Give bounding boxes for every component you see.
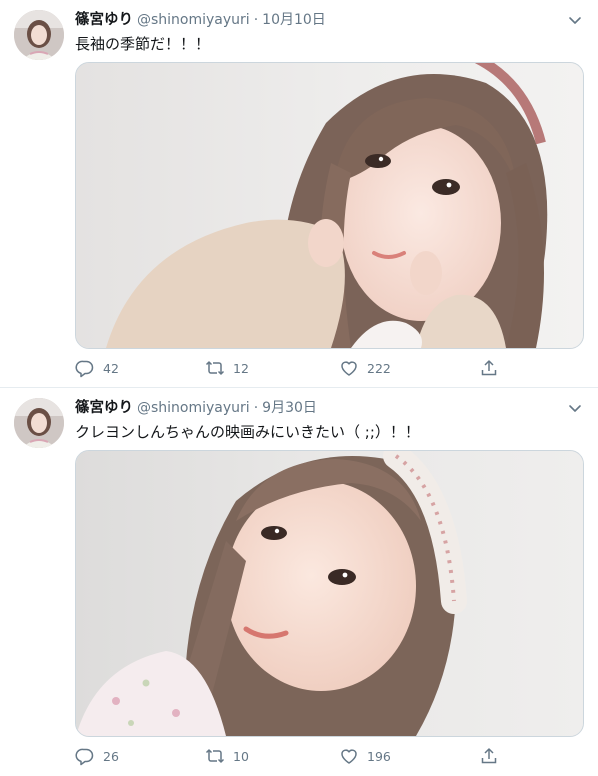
like-count: 196	[367, 748, 391, 764]
heart-icon	[341, 749, 357, 764]
like-count: 222	[367, 360, 391, 376]
tweet[interactable]: 篠宮ゆり @shinomiyayuri · 10月10日 長袖の季節だ！！！ 4…	[0, 0, 598, 388]
avatar[interactable]	[14, 398, 64, 448]
user-handle[interactable]: @shinomiyayuri	[137, 400, 250, 416]
retweet-count: 12	[233, 360, 249, 376]
reply-button[interactable]: 42	[75, 357, 119, 379]
tweet[interactable]: 篠宮ゆり @shinomiyayuri · 9月30日 クレヨンしんちゃんの映画みにい…	[0, 388, 598, 776]
retweet-button[interactable]: 12	[205, 357, 249, 379]
share-icon	[481, 748, 497, 764]
tweet-date[interactable]: 10月10日	[262, 12, 326, 28]
user-handle[interactable]: @shinomiyayuri	[137, 12, 250, 28]
like-button[interactable]: 196	[339, 745, 391, 767]
selfie-photo-icon	[76, 63, 583, 348]
tweet-actions: 42 12 222	[75, 357, 582, 379]
chevron-down-icon[interactable]	[566, 400, 584, 418]
tweet-text: クレヨンしんちゃんの映画みにいきたい（ ;;）！！	[75, 423, 420, 441]
avatar[interactable]	[14, 10, 64, 60]
reply-button[interactable]: 26	[75, 745, 119, 767]
retweet-count: 10	[233, 748, 249, 764]
chevron-down-icon[interactable]	[566, 12, 584, 30]
selfie-photo-icon	[76, 451, 583, 736]
tweet-date[interactable]: 9月30日	[262, 400, 317, 416]
reply-count: 26	[103, 748, 119, 764]
heart-icon	[341, 361, 357, 376]
reply-icon	[75, 748, 94, 766]
reply-count: 42	[103, 360, 119, 376]
share-icon	[481, 360, 497, 376]
like-button[interactable]: 222	[339, 357, 391, 379]
reply-icon	[75, 360, 94, 378]
retweet-icon	[205, 361, 225, 375]
tweet-photo[interactable]	[75, 62, 584, 349]
separator: ·	[253, 12, 259, 28]
separator: ·	[253, 400, 259, 416]
display-name[interactable]: 篠宮ゆり	[75, 12, 133, 28]
retweet-icon	[205, 749, 225, 763]
share-button[interactable]	[479, 745, 499, 767]
display-name[interactable]: 篠宮ゆり	[75, 400, 133, 416]
share-button[interactable]	[479, 357, 499, 379]
tweet-photo[interactable]	[75, 450, 584, 737]
tweet-text: 長袖の季節だ！！！	[75, 35, 211, 53]
tweet-header: 篠宮ゆり @shinomiyayuri · 9月30日	[75, 398, 317, 418]
retweet-button[interactable]: 10	[205, 745, 249, 767]
tweet-header: 篠宮ゆり @shinomiyayuri · 10月10日	[75, 10, 326, 30]
tweet-actions: 26 10 196	[75, 745, 582, 767]
